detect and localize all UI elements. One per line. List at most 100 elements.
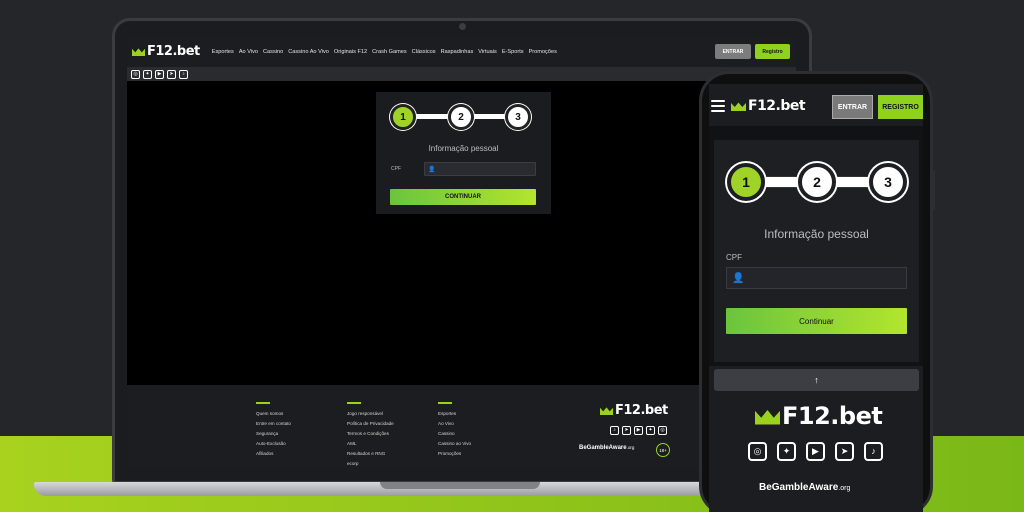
footer-link[interactable]: Quem somos bbox=[256, 411, 291, 416]
youtube-icon[interactable]: ▶ bbox=[806, 442, 825, 461]
youtube-icon[interactable]: ▶ bbox=[634, 426, 643, 435]
footer-link[interactable]: Cassino bbox=[438, 431, 471, 436]
footer-link[interactable]: Termos e Condições bbox=[347, 431, 394, 436]
footer-link[interactable]: Ao Vivo bbox=[438, 421, 471, 426]
mobile-cpf-field[interactable]: 👤 bbox=[726, 267, 907, 289]
menu-item-esports[interactable]: E-Sports bbox=[502, 49, 524, 55]
step-indicator: 1 2 3 bbox=[390, 103, 538, 131]
mobile-site: F12.bet ENTRAR REGISTRO 1 2 3 Informação… bbox=[709, 84, 923, 512]
tiktok-icon[interactable]: ♪ bbox=[864, 442, 883, 461]
user-icon: 👤 bbox=[428, 166, 436, 173]
cpf-field[interactable]: 👤 bbox=[424, 162, 536, 176]
step-2: 2 bbox=[448, 104, 474, 130]
mobile-logo[interactable]: F12.bet bbox=[731, 98, 806, 114]
footer-link[interactable]: Entre em contato bbox=[256, 421, 291, 426]
telegram-icon[interactable]: ➤ bbox=[622, 426, 631, 435]
youtube-icon[interactable]: ▶ bbox=[155, 69, 164, 79]
instagram-icon[interactable]: ◎ bbox=[748, 442, 767, 461]
footer-logo[interactable]: F12.bet bbox=[600, 403, 668, 418]
registration-card: 1 2 3 Informação pessoal CPF 👤 CONTINUAR bbox=[376, 92, 551, 214]
login-button[interactable]: ENTRAR bbox=[715, 44, 751, 59]
step-3: 3 bbox=[505, 104, 531, 130]
mobile-begambleaware-logo[interactable]: BeGambleAware.org bbox=[759, 482, 850, 493]
desktop-footer: Quem somos Entre em contato Segurança Au… bbox=[127, 385, 796, 468]
footer-accent-bar bbox=[256, 402, 270, 404]
step-2: 2 bbox=[798, 163, 836, 201]
desktop-site: F12.bet Esportes Ao Vivo Cassino Cassino… bbox=[127, 36, 796, 468]
menu-item-ao-vivo[interactable]: Ao Vivo bbox=[239, 49, 258, 55]
footer-accent-bar bbox=[438, 402, 452, 404]
telegram-icon[interactable]: ➤ bbox=[835, 442, 854, 461]
promo-stage: F12.bet Esportes Ao Vivo Cassino Cassino… bbox=[0, 0, 1024, 512]
site-logo[interactable]: F12.bet bbox=[132, 44, 200, 59]
begambleaware-logo[interactable]: BeGambleAware.org bbox=[579, 445, 634, 451]
age-badge: 18+ bbox=[656, 443, 670, 457]
logo-text: F12.bet bbox=[615, 403, 668, 418]
twitter-icon[interactable]: ✦ bbox=[646, 426, 655, 435]
instagram-icon[interactable]: ◎ bbox=[131, 69, 140, 79]
laptop-camera bbox=[459, 23, 466, 30]
footer-link[interactable]: Auto-Exclusão bbox=[256, 441, 291, 446]
register-button[interactable]: Registro bbox=[755, 44, 790, 59]
menu-item-virtuais[interactable]: Virtuais bbox=[478, 49, 497, 55]
telegram-icon[interactable]: ➤ bbox=[167, 69, 176, 79]
twitter-icon[interactable]: ✦ bbox=[143, 69, 152, 79]
cpf-label: CPF bbox=[391, 166, 401, 172]
crown-icon bbox=[132, 48, 145, 56]
hamburger-menu-icon[interactable] bbox=[711, 100, 725, 115]
mobile-continue-button[interactable]: Continuar bbox=[726, 308, 907, 334]
menu-item-raspadinhas[interactable]: Raspadinhas bbox=[441, 49, 474, 55]
footer-link[interactable]: Cassino ao Vivo bbox=[438, 441, 471, 446]
footer-accent-bar bbox=[347, 402, 361, 404]
menu-item-crash-games[interactable]: Crash Games bbox=[372, 49, 407, 55]
mobile-form-title: Informação pessoal bbox=[764, 227, 869, 241]
tiktok-icon[interactable]: ♪ bbox=[610, 426, 619, 435]
footer-link[interactable]: Promoções bbox=[438, 451, 471, 456]
footer-link[interactable]: Jogo responsável bbox=[347, 411, 394, 416]
menu-item-cassino[interactable]: Cassino bbox=[263, 49, 283, 55]
footer-link[interactable]: Resultados e RNG bbox=[347, 451, 394, 456]
menu-item-promocoes[interactable]: Promoções bbox=[529, 49, 557, 55]
step-3: 3 bbox=[869, 163, 907, 201]
continue-button[interactable]: CONTINUAR bbox=[390, 189, 536, 205]
mobile-step-indicator: 1 2 3 bbox=[727, 163, 907, 201]
crown-icon bbox=[600, 407, 613, 415]
instagram-icon[interactable]: ◎ bbox=[658, 426, 667, 435]
form-title: Informação pessoal bbox=[428, 144, 499, 153]
footer-col-games: Esportes Ao Vivo Cassino Cassino ao Vivo… bbox=[438, 402, 471, 461]
footer-link[interactable]: Esportes bbox=[438, 411, 471, 416]
menu-item-cassino-ao-vivo[interactable]: Cassino Ao Vivo bbox=[288, 49, 329, 55]
twitter-icon[interactable]: ✦ bbox=[777, 442, 796, 461]
mobile-login-button[interactable]: ENTRAR bbox=[832, 95, 873, 119]
menu-item-originais[interactable]: Originais F12 bbox=[334, 49, 367, 55]
footer-link[interactable]: Afiliados bbox=[256, 451, 291, 456]
mobile-register-button[interactable]: REGISTRO bbox=[878, 95, 923, 119]
mobile-cpf-label: CPF bbox=[726, 253, 742, 262]
menu-item-esportes[interactable]: Esportes bbox=[212, 49, 234, 55]
footer-link[interactable]: ecorp bbox=[347, 461, 394, 466]
gamble-aware-suffix: .org bbox=[626, 445, 635, 450]
step-1: 1 bbox=[390, 104, 416, 130]
footer-link[interactable]: Política de Privacidade bbox=[347, 421, 394, 426]
mobile-content: 1 2 3 Informação pessoal CPF 👤 Continuar bbox=[709, 126, 923, 366]
laptop-notch bbox=[380, 482, 540, 489]
menu-item-classicos[interactable]: Clássicos bbox=[412, 49, 436, 55]
desktop-social-bar: ◎ ✦ ▶ ➤ ♪ bbox=[127, 67, 796, 81]
phone-side-button bbox=[931, 170, 935, 210]
mobile-footer-logo[interactable]: F12.bet bbox=[755, 402, 883, 430]
mobile-registration-card: 1 2 3 Informação pessoal CPF 👤 Continuar bbox=[714, 140, 919, 362]
footer-link[interactable]: AML bbox=[347, 441, 394, 446]
logo-text: F12.bet bbox=[147, 44, 200, 59]
footer-col-legal: Jogo responsável Política de Privacidade… bbox=[347, 402, 394, 468]
logo-text: F12.bet bbox=[782, 402, 883, 430]
desktop-auth-buttons: ENTRAR Registro bbox=[715, 44, 790, 59]
tiktok-icon[interactable]: ♪ bbox=[179, 69, 188, 79]
step-1: 1 bbox=[727, 163, 765, 201]
footer-social: ♪ ➤ ▶ ✦ ◎ bbox=[610, 426, 667, 435]
footer-link[interactable]: Segurança bbox=[256, 431, 291, 436]
desktop-menu: Esportes Ao Vivo Cassino Cassino Ao Vivo… bbox=[212, 49, 557, 55]
back-to-top-button[interactable]: ↑ bbox=[714, 369, 919, 391]
gamble-aware-text: BeGambleAware bbox=[579, 445, 627, 451]
crown-icon bbox=[731, 102, 746, 111]
logo-text: F12.bet bbox=[748, 98, 806, 114]
